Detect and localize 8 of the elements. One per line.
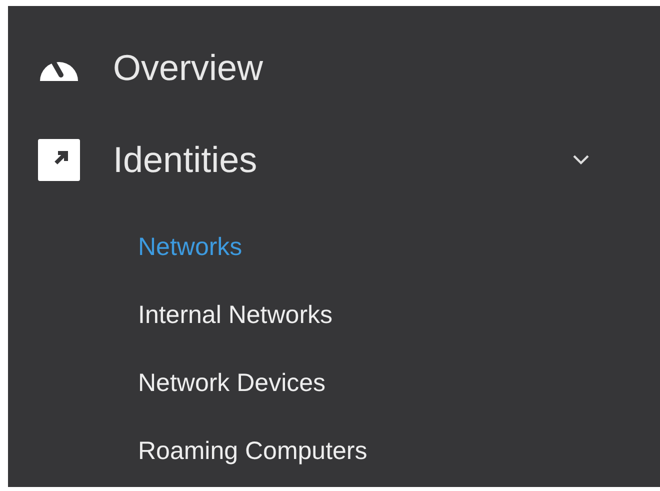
nav-item[interactable]: Identities bbox=[8, 114, 660, 206]
nav-item[interactable]: Overview bbox=[8, 22, 660, 114]
submenu-item[interactable]: Networks bbox=[8, 214, 660, 282]
arrow-square-icon bbox=[38, 139, 80, 181]
chevron-icon[interactable] bbox=[572, 154, 590, 166]
submenu-item[interactable]: Network Devices bbox=[8, 350, 660, 418]
submenu-item[interactable]: Internal Networks bbox=[8, 282, 660, 350]
submenu-item[interactable]: Roaming Computers bbox=[8, 418, 660, 486]
